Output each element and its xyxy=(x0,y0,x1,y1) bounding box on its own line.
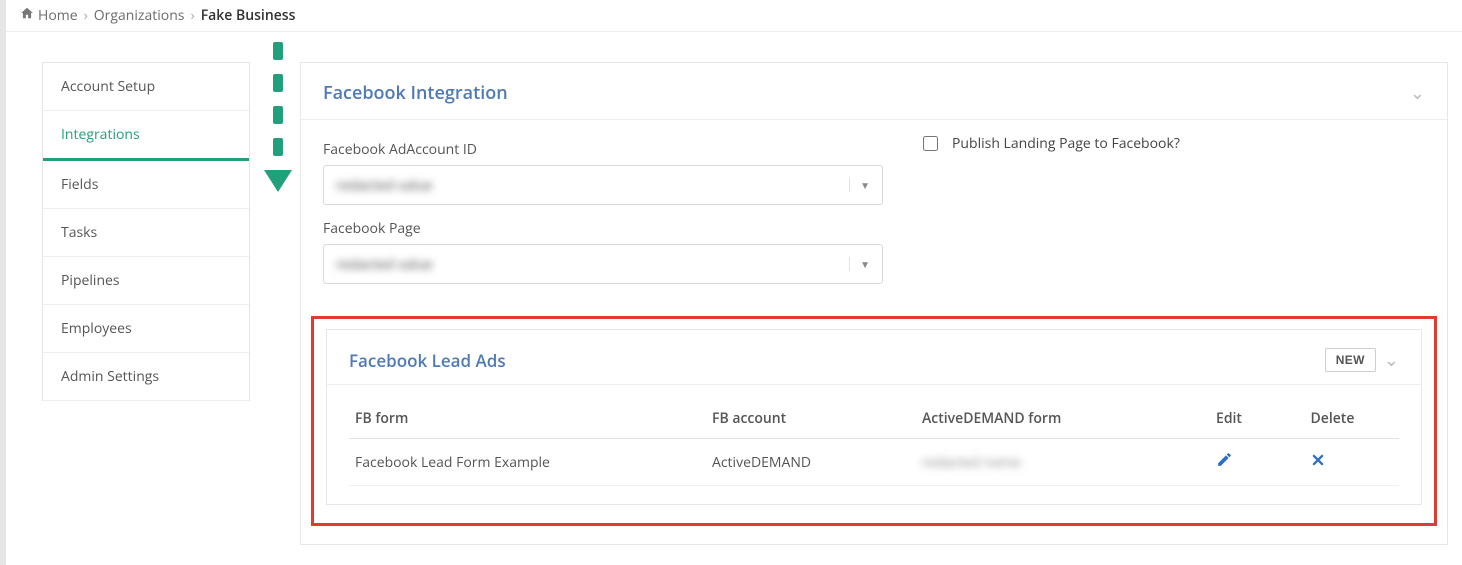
chevron-down-icon[interactable]: ⌄ xyxy=(1410,81,1425,105)
integration-panel: Facebook Integration ⌄ Facebook AdAccoun… xyxy=(300,62,1448,545)
page-value: redacted value xyxy=(336,255,432,274)
annotation-highlight: Facebook Lead Ads NEW ⌄ FB form FB accou… xyxy=(311,316,1437,526)
sidebar-item-label: Fields xyxy=(61,175,98,194)
sidebar-item-admin-settings[interactable]: Admin Settings xyxy=(43,353,249,401)
close-icon xyxy=(1311,453,1325,472)
sidebar-item-account-setup[interactable]: Account Setup xyxy=(43,63,249,111)
sidebar-item-label: Employees xyxy=(61,319,132,338)
sidebar-item-fields[interactable]: Fields xyxy=(43,161,249,209)
breadcrumb-home[interactable]: Home xyxy=(38,6,78,25)
adaccount-select[interactable]: redacted value ▼ xyxy=(323,165,883,205)
leadads-table: FB form FB account ActiveDEMAND form Edi… xyxy=(349,399,1399,486)
cell-ad-form: redacted name xyxy=(916,439,1210,486)
sidebar-item-label: Integrations xyxy=(61,125,140,144)
sidebar-item-label: Tasks xyxy=(61,223,97,242)
breadcrumb-current: Fake Business xyxy=(201,6,296,25)
sidebar-item-label: Admin Settings xyxy=(61,367,159,386)
chevron-right-icon: › xyxy=(190,6,194,25)
table-row: Facebook Lead Form Example ActiveDEMAND … xyxy=(349,439,1399,486)
col-ad-form: ActiveDEMAND form xyxy=(916,399,1210,439)
pencil-icon xyxy=(1216,454,1233,473)
chevron-right-icon: › xyxy=(84,6,88,25)
sidebar-item-integrations[interactable]: Integrations xyxy=(43,111,249,161)
settings-sidebar: Account Setup Integrations Fields Tasks … xyxy=(42,62,250,401)
sidebar-item-label: Pipelines xyxy=(61,271,120,290)
panel-title: Facebook Integration xyxy=(323,81,508,105)
breadcrumb: Home › Organizations › Fake Business xyxy=(6,0,1462,32)
annotation-arrow xyxy=(264,42,292,212)
adaccount-label: Facebook AdAccount ID xyxy=(323,140,883,159)
sidebar-item-employees[interactable]: Employees xyxy=(43,305,249,353)
col-delete: Delete xyxy=(1305,399,1400,439)
leadads-title: Facebook Lead Ads xyxy=(349,349,506,372)
col-fb-form: FB form xyxy=(349,399,706,439)
cell-fb-account: ActiveDEMAND xyxy=(706,439,916,486)
new-button[interactable]: NEW xyxy=(1325,348,1376,372)
page-select[interactable]: redacted value ▼ xyxy=(323,244,883,284)
cell-fb-form: Facebook Lead Form Example xyxy=(349,439,706,486)
edit-button[interactable] xyxy=(1210,439,1305,486)
page-label: Facebook Page xyxy=(323,219,883,238)
adaccount-value: redacted value xyxy=(336,176,432,195)
col-edit: Edit xyxy=(1210,399,1305,439)
leadads-panel: Facebook Lead Ads NEW ⌄ FB form FB accou… xyxy=(326,329,1422,505)
sidebar-item-pipelines[interactable]: Pipelines xyxy=(43,257,249,305)
caret-down-icon: ▼ xyxy=(849,178,870,192)
chevron-down-icon[interactable]: ⌄ xyxy=(1384,348,1399,372)
caret-down-icon: ▼ xyxy=(849,257,870,271)
col-fb-account: FB account xyxy=(706,399,916,439)
delete-button[interactable] xyxy=(1305,439,1400,486)
publish-checkbox-label: Publish Landing Page to Facebook? xyxy=(952,134,1180,153)
sidebar-item-label: Account Setup xyxy=(61,77,155,96)
publish-checkbox[interactable] xyxy=(923,136,938,151)
breadcrumb-organizations[interactable]: Organizations xyxy=(94,6,185,25)
sidebar-item-tasks[interactable]: Tasks xyxy=(43,209,249,257)
home-icon xyxy=(20,6,34,25)
